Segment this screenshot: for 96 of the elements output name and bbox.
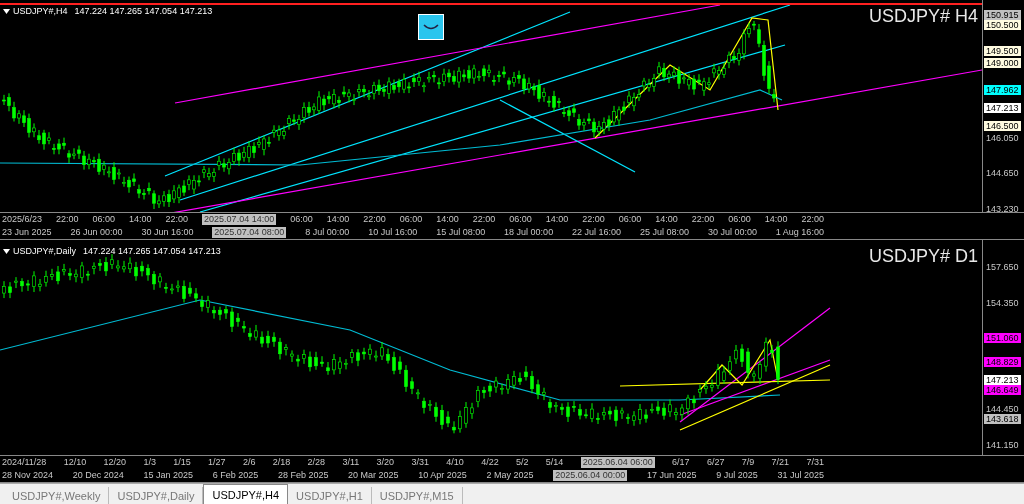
time-label: 22:00 (582, 214, 605, 225)
time-label: 14:00 (764, 214, 788, 225)
time-label: 2024/11/28 (2, 457, 47, 468)
time-label: 2/28 (307, 457, 326, 468)
time-label: 22:00 (165, 214, 189, 225)
time-label: 22:00 (472, 214, 496, 225)
crosshair-time-label: 2025.06.04 06:00 (580, 457, 655, 468)
chart-title: USDJPY# H4 (868, 6, 978, 26)
time-label: 10 Apr 2025 (418, 470, 467, 481)
crosshair-time-label: 2025.07.04 14:00 (202, 214, 277, 225)
time-label: 18 Jul 00:00 (504, 227, 554, 238)
symbol-label: USDJPY#,H4 (13, 6, 68, 16)
time-label: 06:00 (509, 214, 532, 225)
ohlc-values: 147.224 147.265 147.054 147.213 (74, 6, 213, 16)
time-label: 1/15 (173, 457, 191, 468)
time-label: 22:00 (801, 214, 824, 225)
time-label: 3/31 (411, 457, 429, 468)
time-label: 23 Jun 2025 (2, 227, 52, 238)
time-label: 06:00 (618, 214, 642, 225)
price-tag: 148.829 (984, 357, 1021, 368)
crosshair-time-label: 2025.06.04 00:00 (553, 470, 628, 481)
ohlc-values: 147.224 147.265 147.054 147.213 (83, 246, 221, 256)
price-tag: 147.962 (984, 84, 1021, 95)
time-label: 06:00 (399, 214, 423, 225)
time-label: 3/20 (376, 457, 395, 468)
time-label: 2/18 (272, 457, 291, 468)
price-tag: 146.500 (984, 121, 1021, 132)
price-tag: 149.000 (984, 58, 1021, 69)
time-label: 1 Aug 16:00 (775, 227, 824, 238)
indicator-icon[interactable] (418, 14, 444, 40)
price-label: 143.230 (986, 203, 1019, 214)
time-label: 14:00 (129, 214, 152, 225)
price-label: 157.650 (986, 261, 1019, 272)
time-label: 25 Jul 08:00 (639, 227, 689, 238)
time-label: 31 Jul 2025 (777, 470, 824, 481)
collapse-triangle-icon[interactable] (3, 8, 10, 14)
time-label: 14:00 (326, 214, 350, 225)
crosshair-time-label: 2025.07.04 08:00 (212, 227, 287, 238)
price-tag: 147.213 (984, 103, 1021, 114)
chart-tab[interactable]: USDJPY#,H4 (203, 484, 289, 504)
price-label: 144.450 (986, 404, 1019, 415)
time-label: 2025/6/23 (2, 214, 43, 225)
time-label: 10 Jul 16:00 (368, 227, 418, 238)
time-label: 28 Nov 2024 (2, 470, 54, 481)
time-label: 6/27 (706, 457, 725, 468)
symbol-label: USDJPY#,Daily (13, 246, 77, 256)
time-label: 17 Jun 2025 (647, 470, 697, 481)
time-label: 14:00 (436, 214, 459, 225)
price-label: 141.150 (986, 439, 1019, 450)
time-label: 14:00 (545, 214, 569, 225)
time-label: 5/14 (545, 457, 564, 468)
time-label: 06:00 (92, 214, 116, 225)
price-tag: 149.500 (984, 45, 1021, 56)
chart-title: USDJPY# D1 (868, 246, 978, 266)
time-label: 20 Dec 2024 (72, 470, 124, 481)
time-label: 1/27 (208, 457, 226, 468)
time-label: 30 Jul 00:00 (707, 227, 757, 238)
time-label: 9 Jul 2025 (716, 470, 758, 481)
time-label: 2/6 (242, 457, 256, 468)
time-label: 26 Jun 00:00 (70, 227, 123, 238)
time-label: 2 May 2025 (486, 470, 534, 481)
time-label: 06:00 (290, 214, 313, 225)
price-label: 144.650 (986, 168, 1019, 179)
time-label: 20 Mar 2025 (348, 470, 399, 481)
price-tag: 150.500 (984, 20, 1021, 31)
time-label: 28 Feb 2025 (277, 470, 329, 481)
price-tag: 147.213 (984, 374, 1021, 385)
time-label: 14:00 (655, 214, 678, 225)
time-label: 22:00 (691, 214, 715, 225)
time-label: 12/10 (63, 457, 87, 468)
time-label: 6 Feb 2025 (212, 470, 259, 481)
time-label: 12/20 (103, 457, 127, 468)
price-tag: 150.915 (984, 10, 1021, 20)
time-label: 22:00 (363, 214, 386, 225)
time-label: 1/3 (143, 457, 156, 468)
time-label: 4/22 (481, 457, 499, 468)
time-label: 8 Jul 00:00 (305, 227, 350, 238)
time-label: 5/2 (515, 457, 529, 468)
price-label: 146.050 (986, 132, 1019, 143)
time-label: 22 Jul 16:00 (572, 227, 622, 238)
time-label: 7/31 (806, 457, 824, 468)
time-label: 6/17 (672, 457, 690, 468)
price-tag: 143.618 (984, 414, 1021, 425)
collapse-triangle-icon[interactable] (3, 248, 10, 254)
price-label: 154.350 (986, 297, 1019, 308)
time-label: 4/10 (446, 457, 464, 468)
time-label: 30 Jun 16:00 (141, 227, 194, 238)
time-label: 15 Jul 08:00 (436, 227, 486, 238)
time-label: 06:00 (728, 214, 751, 225)
time-label: 3/11 (342, 457, 360, 468)
price-tag: 146.649 (984, 384, 1021, 395)
time-label: 22:00 (56, 214, 79, 225)
price-tag: 151.060 (984, 333, 1021, 344)
time-label: 7/9 (741, 457, 755, 468)
time-label: 15 Jan 2025 (143, 470, 193, 481)
time-label: 7/21 (771, 457, 790, 468)
